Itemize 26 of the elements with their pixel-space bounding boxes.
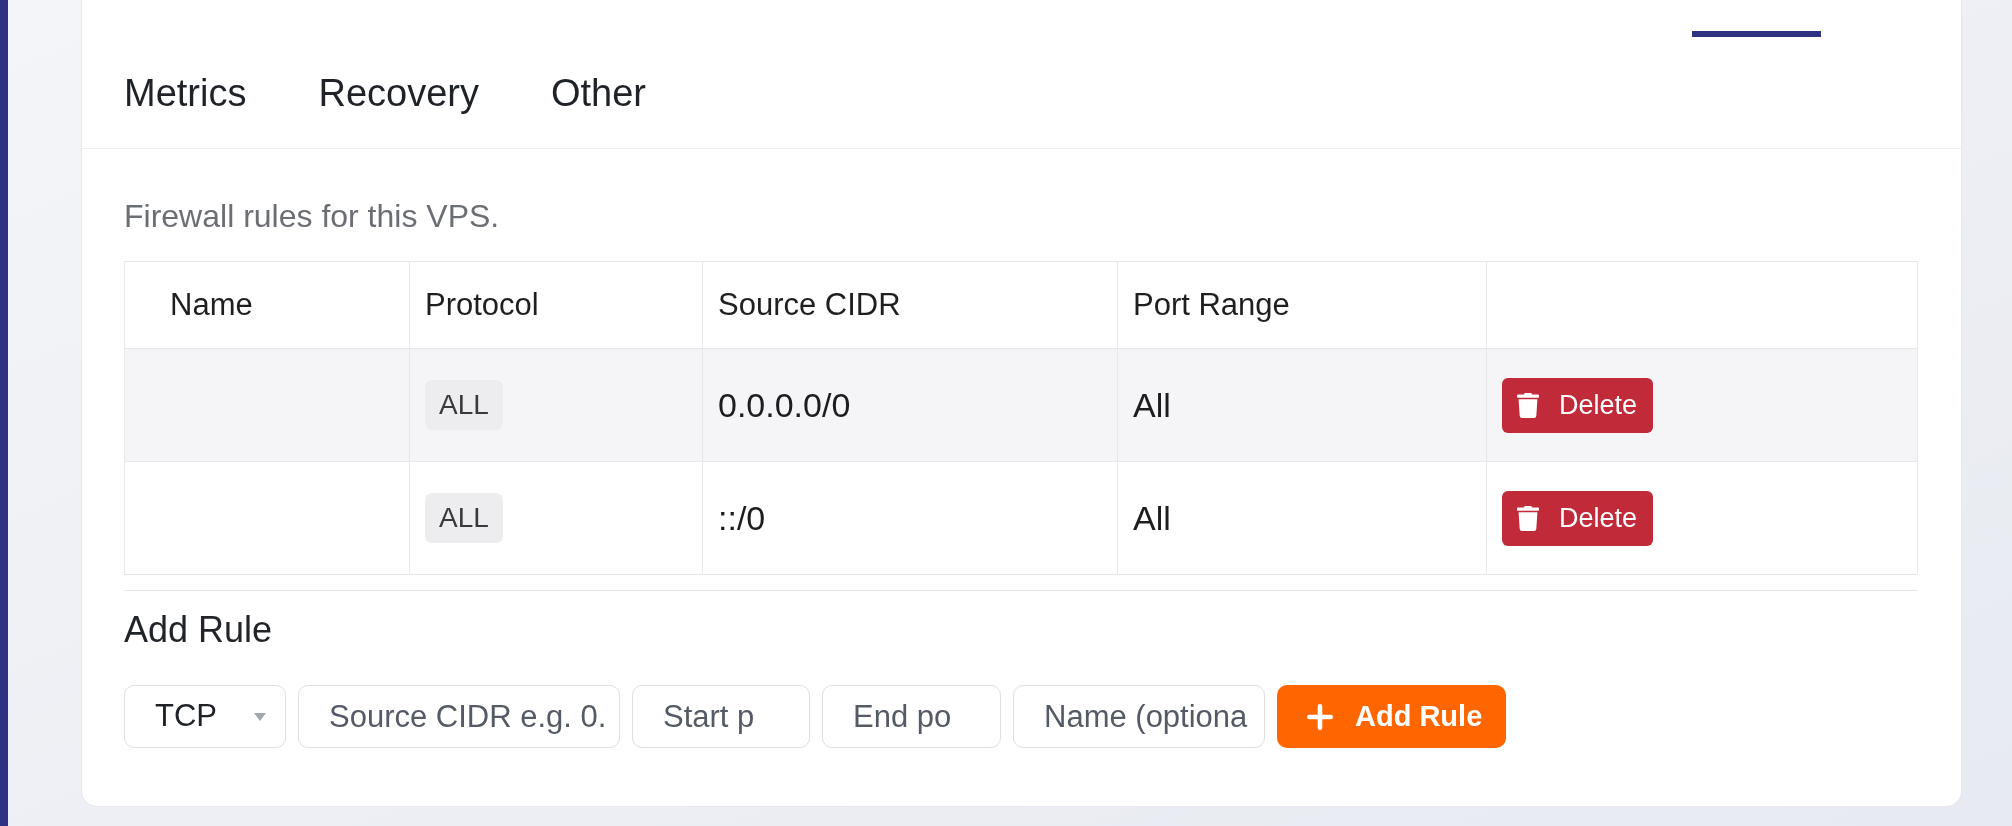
tab[interactable]: Metrics (124, 69, 247, 116)
tab[interactable]: Recovery (318, 69, 479, 116)
delete-button[interactable]: Delete (1502, 490, 1653, 546)
protocol-select[interactable]: TCP (124, 685, 286, 748)
name-field[interactable]: Name (optiona (1013, 685, 1265, 748)
caret-icon (254, 712, 266, 721)
plus-icon (1307, 703, 1333, 730)
end-port-field[interactable]: End po (822, 685, 1001, 748)
column-header: Name (170, 286, 253, 322)
source-cidr-field[interactable]: Source CIDR e.g. 0. (298, 685, 620, 748)
trash-icon (1517, 505, 1539, 531)
table-cell: All (1133, 385, 1171, 424)
section-title: Add Rule (124, 608, 273, 652)
protocol-tag: ALL (425, 380, 503, 430)
delete-button[interactable]: Delete (1502, 377, 1653, 433)
column-header: Protocol (425, 286, 539, 322)
column-header: Port Range (1133, 286, 1290, 322)
table-cell: 0.0.0.0/0 (718, 385, 851, 424)
tab[interactable]: Other (550, 69, 646, 116)
protocol-tag: ALL (425, 493, 503, 543)
table-cell: All (1133, 498, 1171, 537)
table-cell: ::/0 (718, 498, 766, 537)
description-text: Firewall rules for this VPS. (124, 197, 500, 236)
trash-icon (1517, 392, 1539, 418)
start-port-field[interactable]: Start p (632, 685, 810, 748)
column-header: Source CIDR (718, 286, 901, 322)
